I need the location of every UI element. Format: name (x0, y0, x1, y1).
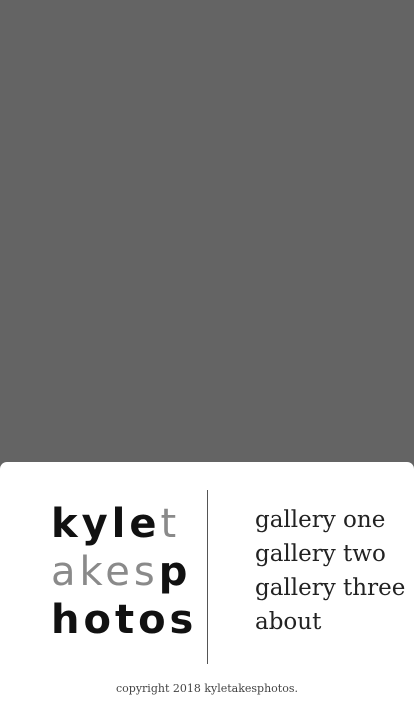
page: kylet akesp hotos gallery one gallery tw… (0, 0, 414, 707)
copyright-text: copyright 2018 kyletakesphotos. (116, 682, 298, 695)
logo-line-3: hotos (51, 596, 193, 644)
logo-text-akes: akes (51, 549, 159, 595)
nav-item-about[interactable]: about (255, 605, 405, 639)
hero-image-area (0, 0, 414, 462)
logo-text-hotos: hotos (51, 597, 198, 643)
bottom-panel: kylet akesp hotos gallery one gallery tw… (0, 462, 414, 707)
nav-item-gallery-two[interactable]: gallery two (255, 537, 405, 571)
nav-item-gallery-one[interactable]: gallery one (255, 503, 405, 537)
logo-line-1: kylet (51, 500, 179, 548)
logo-text-p: p (158, 549, 192, 595)
vertical-divider (207, 490, 208, 664)
main-nav: gallery one gallery two gallery three ab… (255, 503, 405, 639)
nav-item-gallery-three[interactable]: gallery three (255, 571, 405, 605)
logo-line-2: akesp (51, 548, 187, 596)
logo-text-t: t (160, 501, 181, 547)
logo-text-kyle: kyle (51, 501, 161, 547)
site-logo[interactable]: kylet akesp hotos (51, 500, 193, 644)
